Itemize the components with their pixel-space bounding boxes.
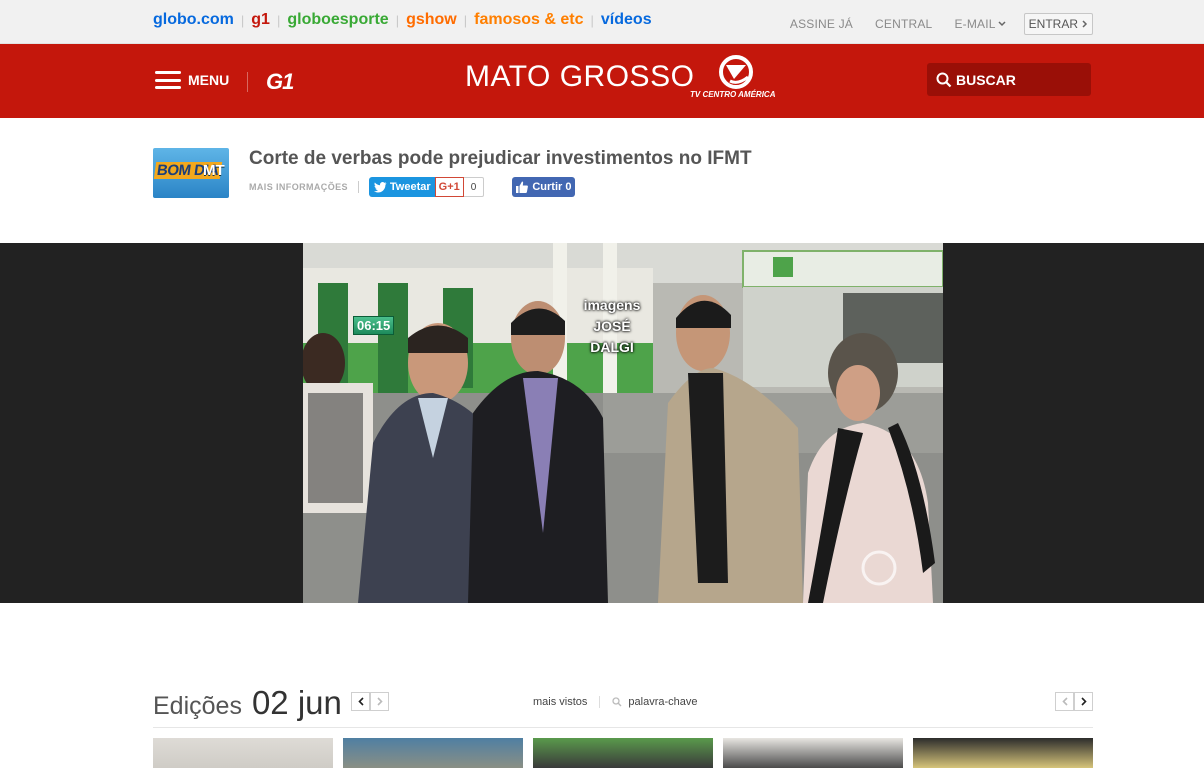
tweet-button[interactable]: Tweetar: [368, 177, 435, 197]
more-info-link[interactable]: MAIS INFORMAÇÕES: [249, 182, 348, 192]
video-card-thumbnail[interactable]: [913, 738, 1093, 768]
tv-centro-america-logo[interactable]: TV CENTRO AMÉRICA: [690, 55, 782, 103]
thumbs-up-icon: [516, 181, 529, 193]
video-card-thumbnail[interactable]: [343, 738, 523, 768]
search-icon: [612, 697, 622, 707]
g1-logo[interactable]: G1: [266, 69, 294, 95]
editions-filters: mais vistos palavra-chave: [533, 696, 698, 708]
assine-link[interactable]: ASSINE JÁ: [790, 17, 853, 31]
video-carousel: [153, 738, 1093, 768]
facebook-like-button[interactable]: Curtir 0: [512, 177, 576, 197]
divider: [357, 181, 359, 193]
separator: |: [590, 12, 594, 28]
separator: |: [395, 12, 400, 28]
separator: |: [240, 12, 245, 28]
next-date-button[interactable]: [370, 692, 389, 711]
carousel-prev-button[interactable]: [1055, 692, 1074, 711]
globo-top-bar: globo.com | g1 | globoesporte | gshow | …: [0, 0, 1204, 44]
chevron-left-icon: [1061, 697, 1068, 706]
video-card-thumbnail[interactable]: [723, 738, 903, 768]
video-card-thumbnail[interactable]: [533, 738, 713, 768]
chevron-left-icon: [357, 697, 364, 706]
broadcaster-name: TV CENTRO AMÉRICA: [690, 90, 776, 99]
google-plus-button[interactable]: G+1: [434, 177, 464, 197]
login-button[interactable]: ENTRAR: [1023, 13, 1093, 35]
chevron-down-icon: [998, 21, 1006, 27]
like-label: Curtir 0: [532, 181, 572, 193]
keyword-search[interactable]: palavra-chave: [612, 696, 698, 708]
brand-link-globoesporte[interactable]: globoesporte: [287, 11, 388, 29]
google-plus-count: 0: [463, 177, 485, 197]
editions-heading: Edições 02 jun: [153, 684, 342, 722]
video-card-thumbnail[interactable]: [153, 738, 333, 768]
carousel-next-button[interactable]: [1074, 692, 1093, 711]
prev-date-button[interactable]: [351, 692, 370, 711]
program-thumb-state: MT: [203, 162, 225, 179]
date-nav: [351, 692, 389, 711]
account-links: ASSINE JÁ CENTRAL E-MAIL ENTRAR: [768, 13, 1093, 35]
central-link[interactable]: CENTRAL: [875, 17, 932, 31]
tweet-label: Tweetar: [389, 181, 431, 193]
region-title[interactable]: MATO GROSSO: [465, 60, 694, 94]
separator: |: [463, 12, 468, 28]
credit-name: JOSÉ DALGI: [590, 318, 634, 355]
twitter-bird-icon: [373, 181, 387, 192]
site-header: MENU G1 MATO GROSSO TV CENTRO AMÉRICA BU…: [0, 44, 1204, 118]
brand-link-videos[interactable]: vídeos: [601, 11, 652, 29]
credit-caption: imagens: [583, 297, 641, 313]
keyword-placeholder: palavra-chave: [628, 696, 698, 708]
editions-date: 02 jun: [251, 684, 342, 721]
editions-label: Edições: [153, 692, 242, 720]
video-timestamp: 06:15: [353, 316, 395, 335]
chevron-right-icon: [1082, 20, 1088, 28]
globo-brands-nav: globo.com | g1 | globoesporte | gshow | …: [153, 11, 652, 29]
divider: [247, 72, 248, 92]
login-label: ENTRAR: [1028, 17, 1078, 31]
hamburger-icon: [155, 71, 181, 89]
divider: [153, 727, 1093, 728]
menu-label: MENU: [188, 72, 230, 88]
menu-button[interactable]: MENU: [155, 71, 229, 89]
broadcaster-emblem-icon: [719, 55, 753, 89]
chevron-right-icon: [1080, 697, 1087, 706]
image-credit: imagens JOSÉ DALGI: [572, 295, 652, 358]
video-title: Corte de verbas pode prejudicar investim…: [249, 148, 752, 169]
brand-link-famosos[interactable]: famosos & etc: [474, 11, 583, 29]
search-button[interactable]: BUSCAR: [927, 63, 1091, 96]
brand-link-g1[interactable]: g1: [251, 11, 270, 29]
brand-link-globocom[interactable]: globo.com: [153, 11, 234, 29]
separator: |: [276, 12, 281, 28]
chevron-right-icon: [376, 697, 383, 706]
search-icon: [936, 72, 952, 87]
email-dropdown[interactable]: E-MAIL: [954, 17, 1006, 31]
email-label: E-MAIL: [954, 17, 996, 31]
share-bar: MAIS INFORMAÇÕES Tweetar G+1 0 Curtir 0: [249, 177, 576, 197]
most-viewed-tab[interactable]: mais vistos: [533, 696, 587, 708]
program-thumbnail[interactable]: BOM DIA MT: [153, 148, 229, 198]
search-label: BUSCAR: [956, 71, 1016, 88]
brand-link-gshow[interactable]: gshow: [406, 11, 457, 29]
divider: [599, 696, 601, 708]
carousel-nav: [1055, 692, 1093, 711]
